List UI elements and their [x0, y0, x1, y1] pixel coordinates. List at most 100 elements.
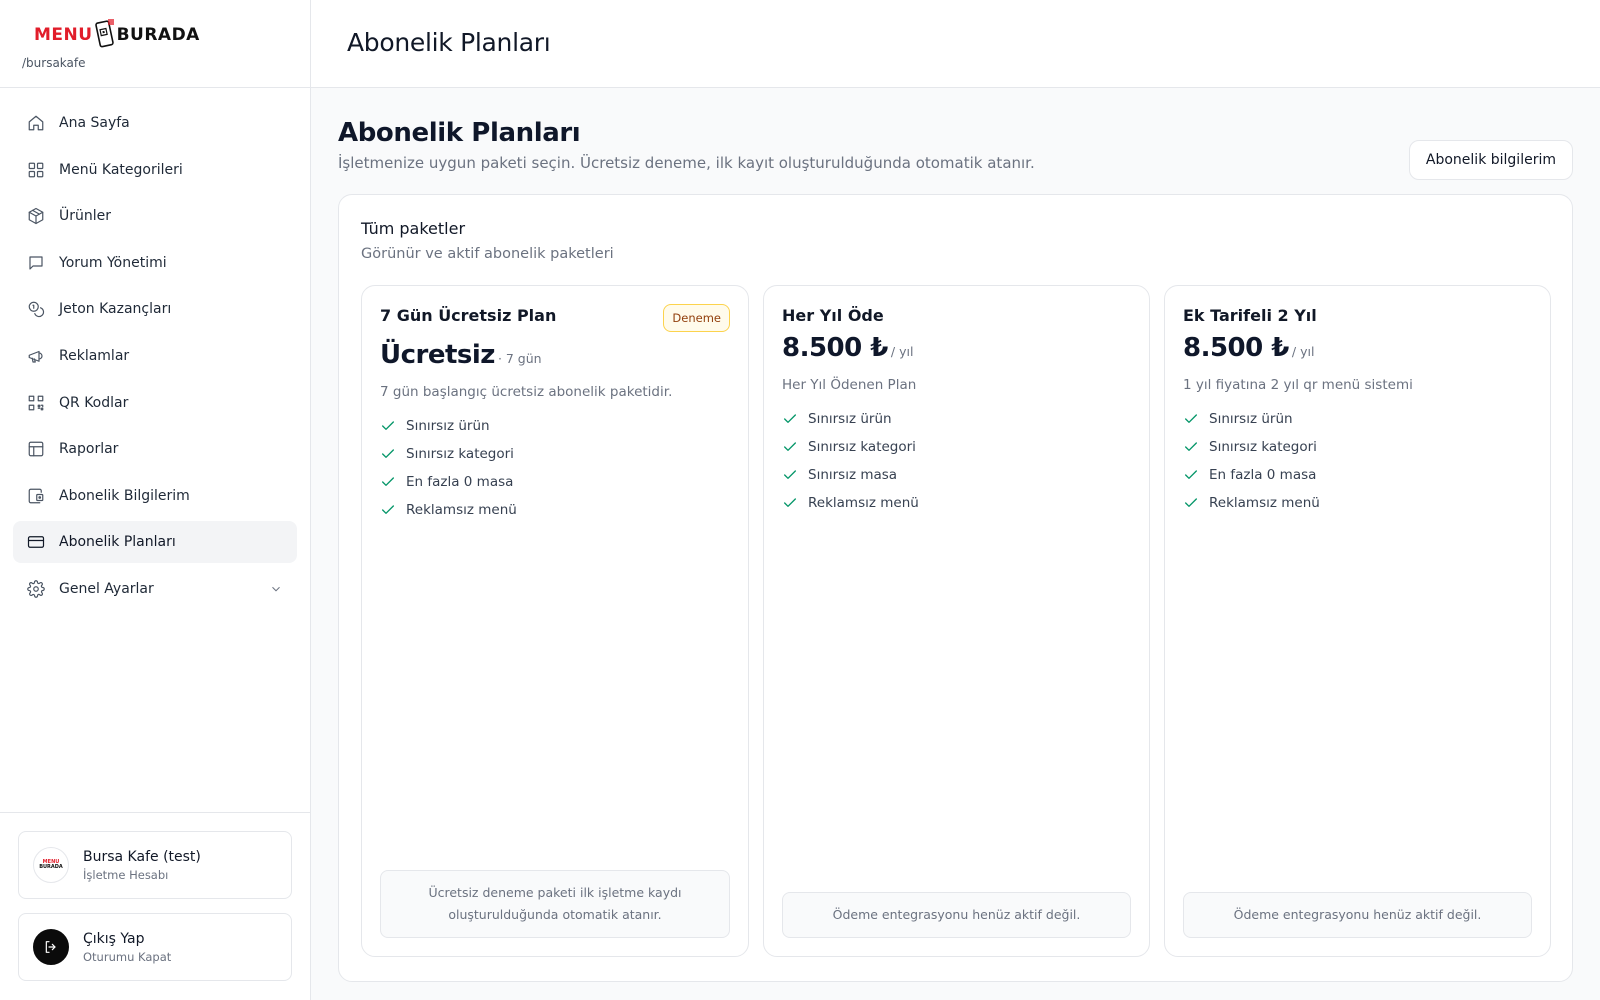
layout-icon [27, 440, 45, 458]
sidebar-item-qr-kodlar[interactable]: QR Kodlar [13, 382, 297, 424]
trial-badge: Deneme [663, 304, 730, 332]
sidebar-item-abonelik-planlari[interactable]: Abonelik Planları [13, 521, 297, 564]
gear-icon [27, 580, 45, 598]
qr-code-icon [27, 394, 45, 412]
panel-title: Tüm paketler [361, 219, 466, 238]
page-description: İşletmenize uygun paketi seçin. Ücretsiz… [338, 154, 1035, 172]
plan-card-header: Ek Tarifeli 2 Yıl [1183, 304, 1532, 325]
sidebar-item-urunler[interactable]: Ürünler [13, 195, 297, 237]
sidebar-item-raporlar[interactable]: Raporlar [13, 428, 297, 470]
panel-subtitle: Görünür ve aktif abonelik paketleri [361, 246, 614, 262]
sidebar-footer: MENU BURADA Bursa Kafe (test) İşletme He… [0, 812, 310, 1000]
sidebar-item-label: Yorum Yönetimi [59, 254, 167, 271]
sidebar-item-abonelik-bilgilerim[interactable]: Abonelik Bilgilerim [13, 475, 297, 517]
check-icon [380, 418, 396, 434]
plan-price-row: 8.500 ₺ / yıl [782, 333, 1131, 363]
plan-features: Sınırsız ürün Sınırsız kategori Sınırsız… [782, 405, 1131, 517]
feature-label: Reklamsız menü [808, 495, 919, 511]
plans-panel: Tüm paketler Görünür ve aktif abonelik p… [338, 194, 1573, 982]
sidebar-item-label: Abonelik Bilgilerim [59, 487, 190, 504]
sidebar-item-label: Abonelik Planları [59, 534, 176, 551]
plan-price: 8.500 ₺ [782, 333, 888, 363]
sidebar-item-yorum-yonetimi[interactable]: Yorum Yönetimi [13, 242, 297, 284]
plan-period: · 7 gün [497, 351, 542, 366]
feature-item: En fazla 0 masa [1183, 461, 1532, 489]
sidebar-item-menu-kategorileri[interactable]: Menü Kategorileri [13, 149, 297, 191]
logout-button[interactable]: Çıkış Yap Oturumu Kapat [18, 913, 292, 981]
plan-price: 8.500 ₺ [1183, 333, 1289, 363]
plan-features: Sınırsız ürün Sınırsız kategori En fazla… [1183, 405, 1532, 517]
plan-card-header: Her Yıl Öde [782, 304, 1131, 325]
plan-period: / yıl [1291, 344, 1315, 359]
grid-icon [27, 161, 45, 179]
plan-name: Her Yıl Öde [782, 306, 884, 325]
sidebar-item-jeton-kazanclari[interactable]: Jeton Kazançları [13, 288, 297, 330]
sidebar: MENU BURADA /bursakafe Ana Sayfa Menü Ka… [0, 0, 311, 1000]
sidebar-item-label: Ana Sayfa [59, 115, 130, 131]
feature-item: Sınırsız masa [782, 461, 1131, 489]
coins-icon [27, 300, 45, 318]
feature-label: En fazla 0 masa [1209, 467, 1317, 483]
feature-item: Sınırsız ürün [380, 412, 730, 440]
plan-cards: 7 Gün Ücretsiz Plan Deneme Ücretsiz · 7 … [361, 285, 1551, 957]
sidebar-item-label: QR Kodlar [59, 394, 129, 411]
page-header: Abonelik Planları İşletmenize uygun pake… [338, 88, 1573, 194]
plan-description: Her Yıl Ödenen Plan [782, 377, 917, 393]
plan-price-row: Ücretsiz · 7 gün [380, 340, 730, 370]
logo-burada-text: BURADA [116, 25, 200, 45]
business-slug: /bursakafe [22, 56, 86, 70]
logo-menu-text: MENU [34, 25, 93, 45]
megaphone-icon [27, 347, 45, 365]
sidebar-item-label: Menü Kategorileri [59, 161, 183, 178]
header-title: Abonelik Planları [347, 28, 551, 57]
avatar-text-bottom: BURADA [39, 864, 63, 870]
plan-name: Ek Tarifeli 2 Yıl [1183, 306, 1317, 325]
plan-card-free-trial[interactable]: 7 Gün Ücretsiz Plan Deneme Ücretsiz · 7 … [361, 285, 749, 957]
plan-note: Ödeme entegrasyonu henüz aktif değil. [1183, 892, 1532, 938]
account-card[interactable]: MENU BURADA Bursa Kafe (test) İşletme He… [18, 831, 292, 899]
logo[interactable]: MENU BURADA [34, 14, 310, 56]
sidebar-item-ana-sayfa[interactable]: Ana Sayfa [13, 102, 297, 144]
feature-label: Sınırsız masa [808, 467, 898, 483]
sidebar-item-reklamlar[interactable]: Reklamlar [13, 335, 297, 377]
check-icon [1183, 439, 1199, 455]
feature-label: Sınırsız kategori [406, 446, 514, 462]
box-icon [27, 207, 45, 225]
feature-label: Sınırsız ürün [1209, 411, 1293, 427]
feature-item: En fazla 0 masa [380, 468, 730, 496]
feature-item: Sınırsız kategori [380, 440, 730, 468]
page-title: Abonelik Planları [338, 118, 581, 148]
home-icon [27, 114, 45, 132]
plan-price-row: 8.500 ₺ / yıl [1183, 333, 1532, 363]
logout-icon [33, 929, 69, 965]
feature-label: Sınırsız ürün [808, 411, 892, 427]
wallet-icon [27, 487, 45, 505]
feature-label: Reklamsız menü [1209, 495, 1320, 511]
plan-description: 1 yıl fiyatına 2 yıl qr menü sistemi [1183, 377, 1413, 393]
feature-item: Reklamsız menü [782, 489, 1131, 517]
check-icon [782, 495, 798, 511]
top-header: Abonelik Planları [311, 0, 1600, 88]
account-name: Bursa Kafe (test) [83, 848, 201, 865]
plan-features: Sınırsız ürün Sınırsız kategori En fazla… [380, 412, 730, 524]
phone-qr-icon [94, 18, 116, 52]
plan-period: / yıl [890, 344, 914, 359]
plan-card-header: 7 Gün Ücretsiz Plan Deneme [380, 304, 730, 332]
message-icon [27, 254, 45, 272]
feature-item: Sınırsız ürün [782, 405, 1131, 433]
subscription-info-button[interactable]: Abonelik bilgilerim [1408, 140, 1573, 180]
sidebar-item-genel-ayarlar[interactable]: Genel Ayarlar [13, 568, 297, 610]
check-icon [380, 474, 396, 490]
sidebar-item-label: Jeton Kazançları [59, 301, 172, 318]
avatar: MENU BURADA [33, 847, 69, 883]
brand-area: MENU BURADA /bursakafe [0, 0, 310, 88]
sidebar-item-label: Reklamlar [59, 347, 130, 364]
plan-card-yearly[interactable]: Her Yıl Öde 8.500 ₺ / yıl Her Yıl Ödenen… [763, 285, 1150, 957]
feature-label: Sınırsız ürün [406, 418, 490, 434]
plan-note: Ücretsiz deneme paketi ilk işletme kaydı… [380, 870, 730, 938]
check-icon [782, 467, 798, 483]
plan-card-two-year[interactable]: Ek Tarifeli 2 Yıl 8.500 ₺ / yıl 1 yıl fi… [1164, 285, 1551, 957]
feature-item: Sınırsız kategori [1183, 433, 1532, 461]
chevron-down-icon [269, 582, 283, 596]
credit-card-icon [27, 533, 45, 551]
